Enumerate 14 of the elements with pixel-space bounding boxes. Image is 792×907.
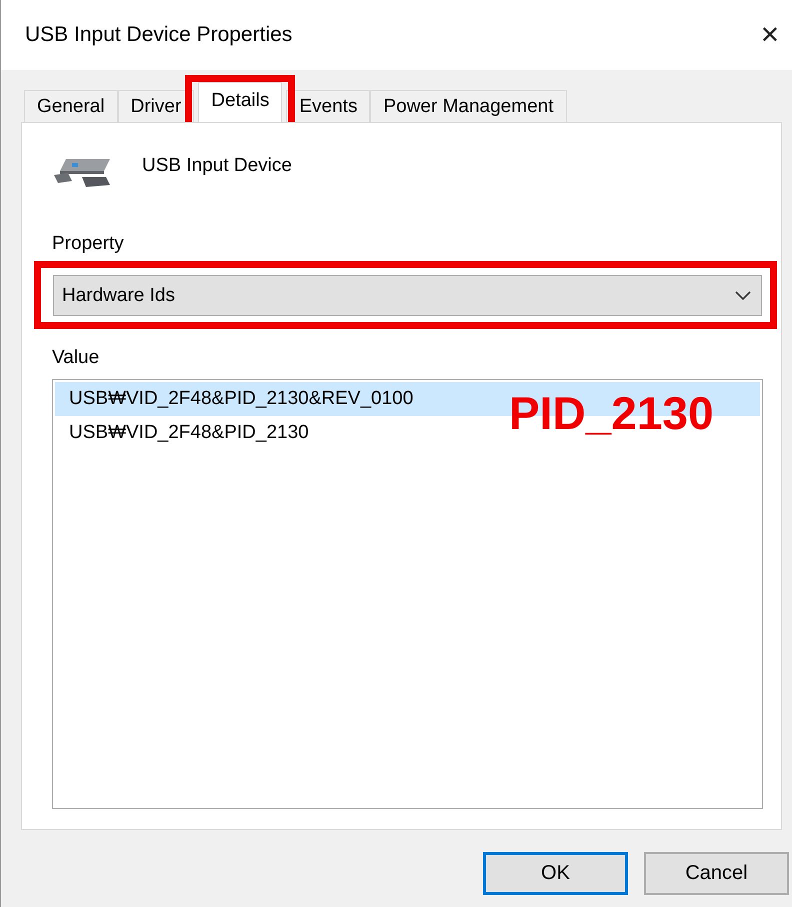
value-label: Value	[52, 347, 100, 369]
property-dropdown[interactable]: Hardware Ids	[53, 275, 762, 316]
tab[interactable]: Power Management	[370, 90, 566, 122]
tab[interactable]: General	[24, 90, 118, 122]
tab[interactable]: Events	[286, 90, 370, 122]
close-button[interactable]: ✕	[760, 20, 780, 50]
property-label: Property	[52, 233, 125, 255]
device-name: USB Input Device	[142, 155, 292, 177]
tab[interactable]: Driver	[118, 90, 194, 122]
window-title: USB Input Device Properties	[25, 23, 292, 47]
chevron-down-icon	[735, 290, 751, 300]
dialog-button[interactable]: Cancel	[644, 852, 789, 895]
tab[interactable]: Details	[198, 82, 282, 122]
dialog-button[interactable]: OK	[483, 852, 628, 895]
